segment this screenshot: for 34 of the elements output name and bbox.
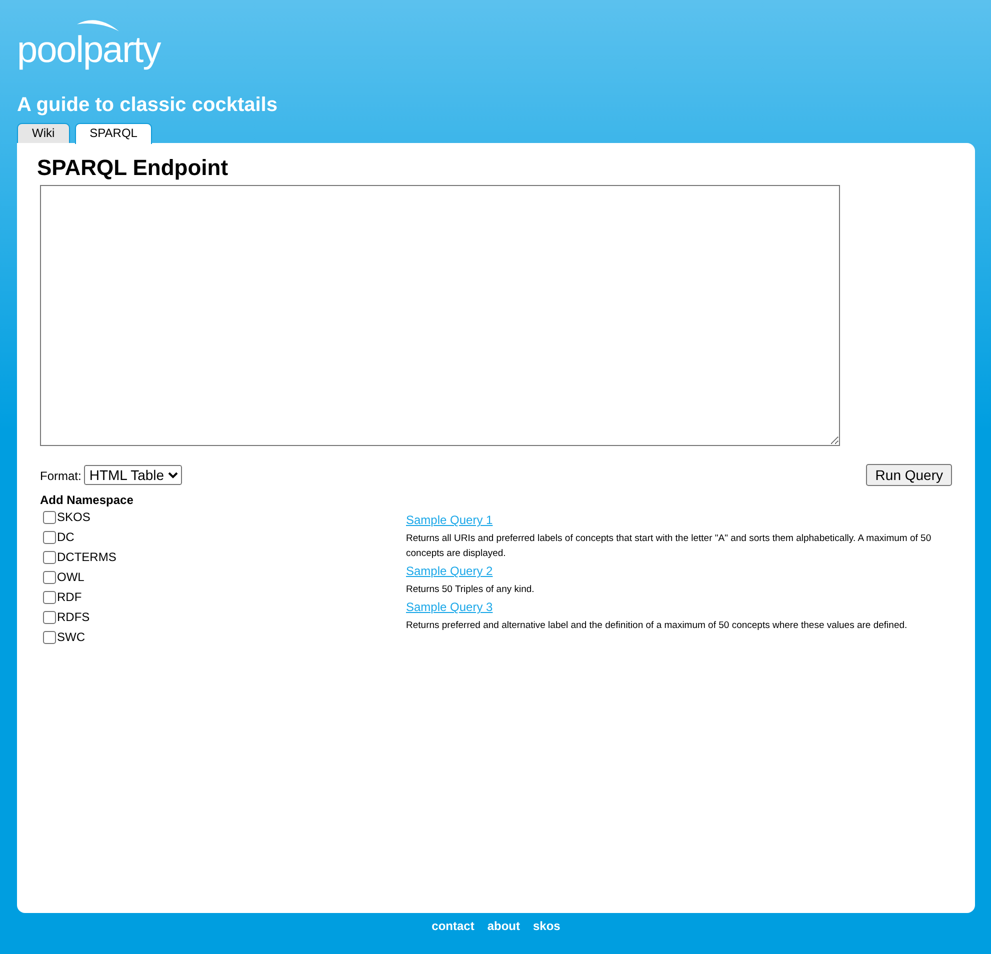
footer-link[interactable]: about [487,919,520,933]
logo: poolparty [17,32,160,68]
sample-query-link[interactable]: Sample Query 3 [406,600,493,614]
site-title: A guide to classic cocktails [17,94,278,117]
tab[interactable]: Wiki [17,123,70,143]
umbrella-icon [75,18,121,32]
namespace-label: RDFS [57,610,90,624]
namespace-title: Add Namespace [40,493,134,507]
namespace-label: DC [57,530,74,544]
sample-query-description: Returns preferred and alternative label and the definition of a maximum of 50 concepts where these values are defined. [406,619,908,633]
namespace-checkbox[interactable] [43,550,56,564]
sample-query-description: Returns all URIs and preferred labels of concepts that start with the letter "A" and sorts them alphabetically. A maximum of 50 concepts are displayed. [406,532,932,561]
sample-query-description: Returns 50 Triples of any kind. [406,583,536,597]
namespace-label: SKOS [57,510,90,524]
namespace-label: DCTERMS [57,550,116,564]
namespace-checkbox[interactable] [43,630,56,644]
namespace-checkbox[interactable] [43,590,56,604]
namespace-label: SWC [57,630,85,644]
sample-query-link[interactable]: Sample Query 2 [406,564,493,578]
run-query-button[interactable]: Run Query [866,464,952,486]
tab[interactable]: SPARQL [74,123,152,144]
namespace-checkbox[interactable] [43,570,56,584]
namespace-label: RDF [57,590,82,604]
format-select[interactable]: HTML Table [84,465,182,485]
namespace-checkbox[interactable] [43,530,56,544]
namespace-checkbox[interactable] [43,510,56,524]
footer-link[interactable]: skos [533,919,560,933]
footer-link[interactable]: contact [432,919,474,933]
page-heading: SPARQL Endpoint [37,155,230,181]
sample-query-link[interactable]: Sample Query 1 [406,513,493,527]
format-label: Format: [40,469,82,483]
namespace-checkbox[interactable] [43,610,56,624]
namespace-label: OWL [57,570,84,584]
query-field[interactable] [40,185,840,446]
